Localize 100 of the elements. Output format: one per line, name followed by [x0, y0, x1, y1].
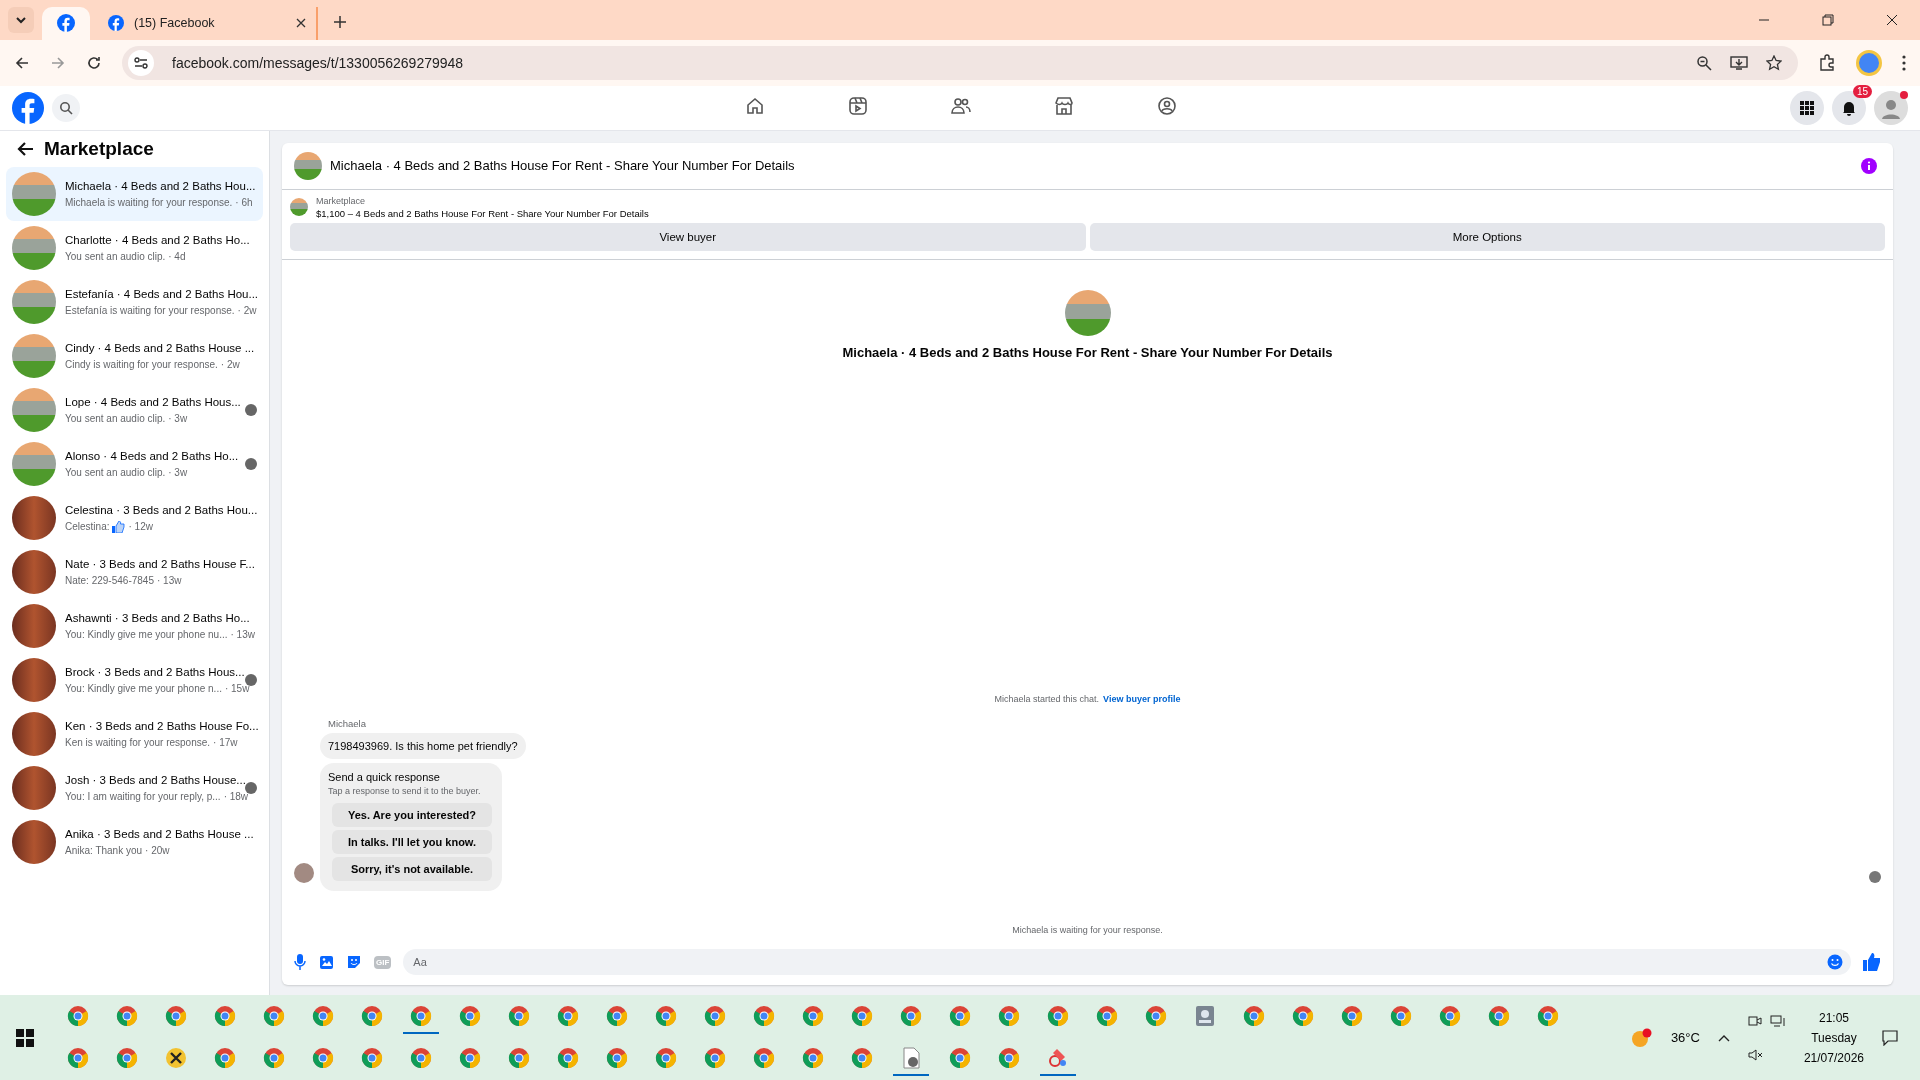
quick-response-hint: Tap a response to send it to the buyer.: [328, 786, 482, 797]
message-time: · 2w: [220, 359, 240, 371]
listing-photo-placeholder: [12, 549, 56, 594]
reload-icon[interactable]: [86, 54, 102, 71]
message-preview: Estefanía is waiting for your response.: [65, 305, 235, 317]
browser-icon: [606, 1046, 628, 1069]
tab-list-button[interactable]: [8, 6, 34, 33]
bookmark-star-icon[interactable]: [1766, 54, 1782, 71]
conversation-item[interactable]: Celestina · 3 Beds and 2 Baths Hou... Celestina: · 12w: [6, 490, 263, 545]
message-preview: Cindy is waiting for your response.: [65, 359, 218, 371]
speaker-muted-icon[interactable]: [1747, 1048, 1764, 1061]
site-settings-icon[interactable]: [128, 49, 154, 76]
conversation-item[interactable]: Brock · 3 Beds and 2 Baths Hous... You: Kindly give me your phone n... · 15w: [6, 652, 263, 707]
browser-icon: [312, 1004, 334, 1027]
profile-avatar[interactable]: [1856, 49, 1882, 76]
conversation-item[interactable]: Ashawnti · 3 Beds and 2 Baths Ho... You: Kindly give me your phone nu... · 13w: [6, 598, 263, 653]
pinned-tab[interactable]: [42, 6, 90, 40]
back-icon[interactable]: [16, 140, 34, 157]
photo-icon[interactable]: [318, 954, 334, 971]
cross-circle-icon: [165, 1046, 187, 1069]
conversation-title: Anika · 3 Beds and 2 Baths House ...: [65, 827, 254, 843]
clock-date[interactable]: 21/07/2026: [1803, 1050, 1864, 1065]
facebook-logo[interactable]: [12, 91, 44, 124]
restore-icon[interactable]: [1822, 13, 1834, 26]
view-buyer-profile-link[interactable]: View buyer profile: [1103, 694, 1181, 705]
microphone-icon[interactable]: [294, 954, 306, 971]
browser-icon: [1292, 1004, 1314, 1027]
conversation-item[interactable]: Charlotte · 4 Beds and 2 Baths Ho... You sent an audio clip. · 4d: [6, 220, 263, 275]
quick-response-button[interactable]: In talks. I'll let you know.: [332, 830, 492, 855]
close-icon[interactable]: [296, 18, 306, 29]
message-time: · 12w: [128, 521, 153, 533]
sticker-icon[interactable]: [346, 954, 362, 971]
conversation-item[interactable]: Josh · 3 Beds and 2 Baths House... You: I am waiting for your reply, p... · 18w: [6, 760, 263, 815]
close-icon[interactable]: [1886, 13, 1898, 26]
conversation-item[interactable]: Michaela · 4 Beds and 2 Baths Hou... Michaela is waiting for your response. · 6h: [6, 166, 263, 221]
message-input[interactable]: Aa: [403, 949, 1851, 976]
conversation-title: Ashawnti · 3 Beds and 2 Baths Ho...: [65, 611, 250, 627]
conversation-title: Josh · 3 Beds and 2 Baths House...: [65, 773, 246, 789]
message-time: · 4d: [168, 251, 186, 263]
weather-sun-icon: [1630, 1027, 1653, 1048]
browser-icon: [263, 1004, 285, 1027]
conversation-item[interactable]: Nate · 3 Beds and 2 Baths House F... Nate: 229-546-7845 · 13w: [6, 544, 263, 599]
facebook-logo: [108, 15, 124, 32]
emoji-icon[interactable]: [1827, 954, 1843, 971]
windows-start-icon[interactable]: [16, 1028, 34, 1047]
browser-icon: [67, 1004, 89, 1027]
menu-button[interactable]: [1790, 90, 1824, 125]
search-icon: [59, 100, 73, 115]
message-time: · 13w: [156, 575, 182, 587]
listing-photo-placeholder: [12, 495, 56, 540]
install-icon[interactable]: [1730, 54, 1748, 71]
account-avatar[interactable]: [1874, 90, 1908, 125]
message-time: · 6h: [235, 197, 253, 209]
info-icon[interactable]: [1861, 157, 1877, 174]
zoom-out-icon[interactable]: [1696, 54, 1712, 71]
message-preview: Anika: Thank you: [65, 845, 143, 857]
quick-response-button[interactable]: Sorry, it's not available.: [332, 857, 492, 882]
groups-icon: [1157, 96, 1177, 117]
conversation-item[interactable]: Lope · 4 Beds and 2 Baths Hous... You sent an audio clip. · 3w: [6, 382, 263, 437]
browser-icon: [557, 1004, 579, 1027]
message-preview: You sent an audio clip.: [65, 413, 166, 425]
notifications-icon[interactable]: [1882, 1029, 1898, 1046]
conversation-title: Celestina · 3 Beds and 2 Baths Hou...: [65, 502, 258, 518]
clock-day[interactable]: Tuesday: [1811, 1030, 1857, 1045]
back-icon[interactable]: [14, 54, 30, 71]
browser-icon: [655, 1046, 677, 1069]
listing-action-button[interactable]: More Options: [1089, 222, 1885, 251]
listing-photo-placeholder: [12, 171, 56, 216]
message-time: · 15w: [224, 683, 250, 695]
conversation-item[interactable]: Cindy · 4 Beds and 2 Baths House ... Cindy is waiting for your response. · 2w: [6, 328, 263, 383]
browser-icon: [361, 1004, 383, 1027]
conversation-item[interactable]: Alonso · 4 Beds and 2 Baths Ho... You sent an audio clip. · 3w: [6, 436, 263, 491]
browser-icon: [410, 1046, 432, 1069]
extensions-icon[interactable]: [1818, 53, 1836, 72]
camera-icon[interactable]: [1747, 1014, 1762, 1027]
thumbs-up-icon[interactable]: [1863, 953, 1881, 972]
listing-photo-placeholder: [12, 765, 56, 810]
listing-photo-placeholder: [12, 279, 56, 324]
browser-icon: [1439, 1004, 1461, 1027]
status-dot: [1900, 90, 1908, 99]
browser-icon: [459, 1046, 481, 1069]
clock-time[interactable]: 21:05: [1818, 1010, 1849, 1025]
conversation-item[interactable]: Ken · 3 Beds and 2 Baths House Fo... Ken is waiting for your response. · 17w: [6, 706, 263, 761]
chevron-up-icon[interactable]: [1717, 1033, 1730, 1042]
browser-icon: [1488, 1004, 1510, 1027]
quick-response-button[interactable]: Yes. Are you interested?: [332, 803, 492, 828]
more-icon[interactable]: [1902, 54, 1906, 71]
new-tab-icon[interactable]: [334, 15, 346, 28]
forward-icon[interactable]: [50, 54, 66, 71]
status-note: Michaela is waiting for your response.: [1012, 925, 1163, 936]
search-button[interactable]: [52, 93, 80, 122]
network-icon[interactable]: [1769, 1014, 1786, 1027]
listing-action-button[interactable]: View buyer: [290, 222, 1086, 251]
browser-icon: [459, 1004, 481, 1027]
listing-photo-placeholder: [12, 387, 56, 432]
listing-photo-placeholder: [12, 603, 56, 648]
address-bar[interactable]: facebook.com/messages/t/1330056269279948: [122, 45, 1798, 80]
conversation-item[interactable]: Anika · 3 Beds and 2 Baths House ... Anika: Thank you · 20w: [6, 814, 263, 869]
listing-photo-placeholder: [290, 198, 308, 217]
conversation-item[interactable]: Estefanía · 4 Beds and 2 Baths Hou... Estefanía is waiting for your response. · 2w: [6, 274, 263, 329]
